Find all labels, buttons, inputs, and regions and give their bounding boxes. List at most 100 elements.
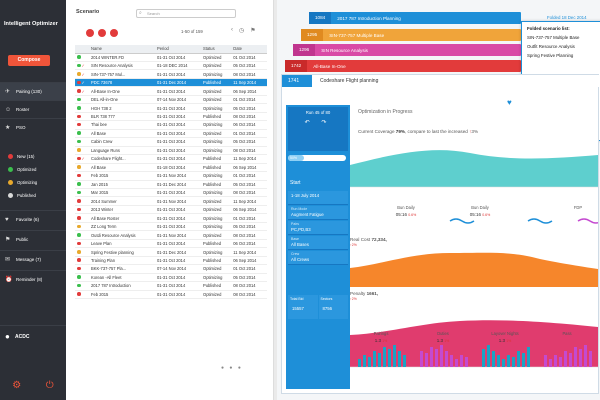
column-status[interactable]: Status <box>201 45 232 54</box>
table-row[interactable]: Jan 2015 01-31 Dec 2014 Published 05 Oct 20… <box>75 180 267 190</box>
crew-field[interactable]: Crew All Crews <box>288 251 348 265</box>
sidebar-item-message[interactable]: ✉ Message (7) <box>0 250 66 268</box>
table-row[interactable]: Cabin Crew 01-31 Oct 2014 Optimizing 05 Oct… <box>75 137 267 147</box>
search-input[interactable]: ⌕ Search <box>136 9 236 18</box>
flag-icon[interactable]: ⚑ <box>250 27 255 34</box>
row-marker[interactable] <box>75 247 89 257</box>
run-controls[interactable]: ↶ ↷ <box>288 119 348 126</box>
sidebar-item-pso[interactable]: ★ PSO <box>0 118 66 136</box>
table-row[interactable]: 2013 Winter 01-31 Oct 2014 Optimized 06 Sep… <box>75 205 267 215</box>
run-mode-field[interactable]: Run Mode Augment Fatigue <box>288 206 348 220</box>
table-row[interactable]: BKK-737-757 Pla... 07-14 Nov 2014 Optimize… <box>75 264 267 274</box>
row-marker[interactable] <box>75 222 89 232</box>
table-row[interactable]: 2017 787 Introduction 01-31 Oct 2014 Publi… <box>75 281 267 291</box>
row-marker[interactable] <box>75 53 89 62</box>
filter-published[interactable]: Published <box>0 189 66 202</box>
delete-icon[interactable] <box>98 29 106 37</box>
table-row[interactable]: Feb 2015 01-31 Nov 2014 Optimizing 01 Oct 2… <box>75 171 267 181</box>
table-row[interactable]: ✓ All-Base In-One 01-31 Oct 2014 Optimized 0… <box>75 86 267 96</box>
column-period[interactable]: Period <box>155 45 202 54</box>
row-marker[interactable]: ✓ <box>75 154 89 164</box>
pairs-field[interactable]: Pairs PC,PD,B3 <box>288 221 348 235</box>
sidebar-item-favorite[interactable]: ♥ Favorite (6) <box>0 210 66 228</box>
row-marker[interactable] <box>75 112 89 122</box>
row-marker[interactable] <box>75 273 89 283</box>
table-row[interactable]: All Base Roster 01-31 Oct 2014 Optimizing 0… <box>75 213 267 223</box>
row-marker[interactable] <box>75 171 89 181</box>
table-row[interactable]: ✓ SIN Resource Analysis 01-18 DEC 2014 Opti… <box>75 61 267 71</box>
row-marker[interactable] <box>75 239 89 249</box>
table-row[interactable]: Korean -All Fleet 01-31 Oct 2014 Optimizin… <box>75 273 267 283</box>
table-row[interactable]: DEL All-in-One 07-14 Nov 2014 Optimized 01 … <box>75 95 267 105</box>
user-profile[interactable]: ● ACDC <box>0 325 66 347</box>
row-marker[interactable] <box>75 180 89 190</box>
table-row[interactable]: Language Runs 01-31 Oct 2014 Optimizing 08 … <box>75 146 267 156</box>
folded-item[interactable]: Outfit Resource Analysis <box>527 44 597 49</box>
row-marker[interactable] <box>75 196 89 206</box>
sidebar-item-public[interactable]: ⚑ Public <box>0 230 66 248</box>
row-marker[interactable] <box>75 103 89 113</box>
chevron-left-icon[interactable]: ‹ <box>231 27 233 34</box>
gear-icon[interactable]: ⚙ <box>12 380 21 391</box>
table-row[interactable]: Leave Plan 01-31 Oct 2014 Published 06 Oct … <box>75 239 267 249</box>
tab-scenario-1084[interactable]: 1084 2017 787 Introduction Planning <box>309 12 521 24</box>
row-marker[interactable] <box>75 290 89 300</box>
filter-optimized[interactable]: Optimized <box>0 163 66 176</box>
row-marker[interactable] <box>75 137 89 147</box>
tab-scenario-1295[interactable]: 1295 SIN-737-757 Multiple Base <box>301 29 521 41</box>
row-marker[interactable] <box>75 129 89 139</box>
page-dots[interactable]: ● ● ● <box>221 365 243 371</box>
base-field[interactable]: Base All Bases <box>288 236 348 250</box>
table-row[interactable]: Training Plan 01-31 Oct 2014 Published 06 S… <box>75 256 267 266</box>
row-marker[interactable]: ✓ <box>75 61 89 71</box>
folded-item[interactable]: SIN-737-757 Multiple Base <box>527 35 597 40</box>
table-row[interactable]: Thai bee 01-31 Oct 2014 Optimizing 06 Oct 2… <box>75 120 267 130</box>
filter-new[interactable]: New (15) <box>0 150 66 163</box>
sidebar-item-roster[interactable]: ☺ Roster <box>0 100 66 118</box>
tab-scenario-1296[interactable]: 1296 SIN Resource Analysis <box>293 44 521 56</box>
row-marker[interactable] <box>75 264 89 274</box>
table-row[interactable]: Mar 2015 01-31 Oct 2014 Optimizing 08 Oct 2… <box>75 188 267 198</box>
row-marker[interactable] <box>75 188 89 198</box>
table-row[interactable]: ✓ PDC 73678 01-31 Dec 2014 Published 11 Sep … <box>75 78 267 88</box>
row-marker[interactable] <box>75 256 89 266</box>
table-row[interactable]: Spring Festive planning 01-31 Dec 2014 Opt… <box>75 247 267 257</box>
sidebar-item-reminder[interactable]: ⏰ Reminder (8) <box>0 270 66 288</box>
tab-scenario-1742[interactable]: 1742 All-Base In-One <box>285 60 521 72</box>
period-field[interactable]: 1-18 July 2014 <box>288 191 348 205</box>
table-row[interactable]: All Base 01-31 Oct 2014 Optimized 01 Oct 20… <box>75 129 267 139</box>
table-row[interactable]: ZZ Long Term 01-31 Oct 2014 Optimizing 05 O… <box>75 222 267 232</box>
compose-button[interactable]: Compose <box>8 55 50 66</box>
row-marker[interactable] <box>75 120 89 130</box>
row-marker[interactable] <box>75 95 89 105</box>
column-date[interactable]: Date <box>231 45 267 54</box>
table-row[interactable]: All Base 01-18 Oct 2014 Published 06 Sep 20… <box>75 163 267 173</box>
clock-icon[interactable]: ◷ <box>239 27 244 34</box>
row-marker[interactable] <box>75 213 89 223</box>
row-marker[interactable]: ✓ <box>75 86 89 96</box>
filter-optimizing[interactable]: Optimizing <box>0 176 66 189</box>
table-row[interactable]: 2014 WINTER.FD 01-31 Oct 2014 Optimized 01 … <box>75 53 267 62</box>
row-status: Optimizing <box>201 222 232 232</box>
heart-icon[interactable]: ♥ <box>507 98 512 107</box>
row-marker[interactable] <box>75 205 89 215</box>
table-row[interactable]: HGH 738 2 01-31 Oct 2014 Optimizing 05 Oct … <box>75 103 267 113</box>
row-marker[interactable] <box>75 230 89 240</box>
power-icon[interactable]: ⏻ <box>46 380 54 391</box>
add-icon[interactable] <box>86 29 94 37</box>
table-row[interactable]: 2014 Summer 01-31 Nov 2014 Optimized 11 Sep… <box>75 196 267 206</box>
table-row[interactable]: Outdi Resource Analysis 01-31 Nov 2014 Opt… <box>75 230 267 240</box>
column-name[interactable]: Name <box>89 45 155 54</box>
folded-item[interactable]: Spring Festive Planning <box>527 53 597 58</box>
row-marker[interactable]: ✓ <box>75 78 89 88</box>
stop-icon[interactable] <box>110 29 118 37</box>
table-row[interactable]: ✓ Codeshare Flight... 01-31 Oct 2014 Publis… <box>75 154 267 164</box>
sidebar-item-pairing[interactable]: ✈ Pairing (130) <box>0 82 66 100</box>
table-row[interactable]: ✓ SIN-737-757 Mul... 01-31 Oct 2014 Optimiz… <box>75 69 267 79</box>
row-marker[interactable] <box>75 146 89 156</box>
table-row[interactable]: Feb 2015 01-31 Oct 2014 Optimized 08 Oct 20… <box>75 290 267 300</box>
table-row[interactable]: BLR 738 777 01-31 Oct 2014 Published 08 Oct… <box>75 112 267 122</box>
row-marker[interactable] <box>75 281 89 291</box>
row-marker[interactable]: ✓ <box>75 69 89 79</box>
row-marker[interactable] <box>75 163 89 173</box>
